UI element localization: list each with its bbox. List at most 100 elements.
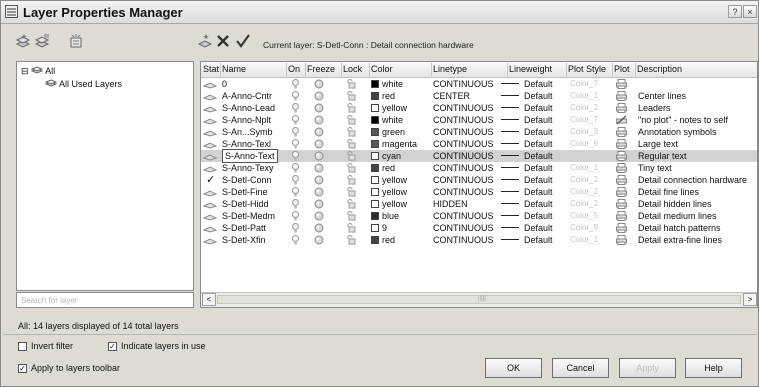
column-header-lineweight[interactable]: Lineweight	[509, 64, 552, 74]
layer-linetype[interactable]: CONTINUOUS	[433, 150, 494, 162]
layer-row[interactable]: S-Anno-Nplt white CONTINUOUS Default Color_7…	[201, 114, 757, 126]
cancel-button[interactable]: Cancel	[552, 358, 609, 378]
column-divider[interactable]	[341, 63, 342, 76]
layer-lineweight[interactable]: Default	[501, 234, 553, 246]
invert-filter-box[interactable]	[18, 341, 27, 351]
layer-description[interactable]: Annotation symbols	[638, 126, 717, 138]
layer-row[interactable]: A-Anno-Cntr red CENTER Default Color_1 Center…	[201, 90, 757, 102]
column-header-plot[interactable]: Plot	[614, 64, 630, 74]
new-layer-icon[interactable]	[197, 33, 213, 49]
freeze-sun-icon[interactable]	[314, 235, 324, 247]
layer-name[interactable]: S-Detl-Patt	[222, 222, 266, 234]
layer-row[interactable]: S-Detl-Xfin red CONTINUOUS Default Color_1 De…	[201, 234, 757, 248]
layer-row[interactable]: S-Detl-Fine yellow CONTINUOUS Default Color_…	[201, 186, 757, 198]
layer-name[interactable]: S-Anno-Lead	[222, 102, 275, 114]
layer-name[interactable]: S-Anno-Nplt	[222, 114, 271, 126]
apply-toolbar-checkbox[interactable]: ✓ Apply to layers toolbar	[18, 363, 120, 373]
checkmark-icon[interactable]: ✓	[108, 341, 117, 351]
layer-name[interactable]: S-Detl-Medm	[222, 210, 275, 222]
delete-layer-icon[interactable]	[216, 34, 230, 48]
layer-linetype[interactable]: CONTINUOUS	[433, 162, 494, 174]
close-button[interactable]: ×	[743, 5, 757, 18]
filter-tree[interactable]: ⊟ All All Used Layers	[16, 61, 194, 291]
collapse-icon[interactable]: ⊟	[21, 66, 29, 76]
printer-icon[interactable]	[616, 235, 627, 247]
layer-color[interactable]: red	[371, 234, 395, 246]
horizontal-scrollbar[interactable]: < ||||| >	[201, 292, 757, 307]
layer-name[interactable]: S-Detl-Fine	[222, 186, 268, 198]
layer-linetype[interactable]: CONTINUOUS	[433, 114, 494, 126]
layer-linetype[interactable]: CONTINUOUS	[433, 222, 494, 234]
ok-button[interactable]: OK	[485, 358, 542, 378]
column-header-on[interactable]: On	[288, 64, 300, 74]
layer-states-manager-icon[interactable]	[68, 33, 84, 49]
column-divider[interactable]	[635, 63, 636, 76]
search-for-layer-input[interactable]: Search for layer	[16, 292, 194, 308]
layer-color[interactable]: white	[371, 78, 403, 90]
layer-lineweight[interactable]: Default	[501, 198, 553, 210]
lightbulb-icon[interactable]	[292, 235, 299, 247]
layer-lineweight[interactable]: Default	[501, 162, 553, 174]
new-property-filter-icon[interactable]	[15, 33, 31, 49]
column-divider[interactable]	[286, 63, 287, 76]
layer-row[interactable]: S-An...Symb green CONTINUOUS Default Color_3…	[201, 126, 757, 138]
layer-color[interactable]: red	[371, 162, 395, 174]
layer-row[interactable]: S-Anno-Texy red CONTINUOUS Default Color_1 Ti…	[201, 162, 757, 174]
layer-description[interactable]: Detail hidden lines	[638, 198, 712, 210]
checkmark-icon[interactable]: ✓	[18, 363, 27, 373]
layer-linetype[interactable]: CONTINUOUS	[433, 210, 494, 222]
layer-description[interactable]: Leaders	[638, 102, 671, 114]
layer-color[interactable]: yellow	[371, 186, 407, 198]
layer-lineweight[interactable]: Default	[501, 78, 553, 90]
layer-linetype[interactable]: CONTINUOUS	[433, 78, 494, 90]
layer-color[interactable]: yellow	[371, 174, 407, 186]
scroll-thumb[interactable]: |||||	[217, 295, 741, 304]
layer-status-icon[interactable]	[202, 236, 218, 248]
layer-linetype[interactable]: CENTER	[433, 90, 470, 102]
layer-lineweight[interactable]: Default	[501, 114, 553, 126]
layer-description[interactable]: Detail fine lines	[638, 186, 699, 198]
layer-color[interactable]: blue	[371, 210, 399, 222]
layer-name[interactable]: S-Detl-Conn	[222, 174, 272, 186]
indicate-in-use-checkbox[interactable]: ✓ Indicate layers in use	[108, 341, 206, 351]
layer-row[interactable]: S-Anno-Lead yellow CONTINUOUS Default Color_…	[201, 102, 757, 114]
layer-description[interactable]: Detail medium lines	[638, 210, 717, 222]
layer-row[interactable]: S-Detl-Hidd yellow HIDDEN Default Color_2 Det…	[201, 198, 757, 210]
layer-color[interactable]: cyan	[371, 150, 401, 162]
column-header-description[interactable]: Description	[637, 64, 682, 74]
layer-linetype[interactable]: CONTINUOUS	[433, 126, 494, 138]
layer-linetype[interactable]: CONTINUOUS	[433, 186, 494, 198]
layer-description[interactable]: Detail hatch patterns	[638, 222, 721, 234]
layer-lineweight[interactable]: Default	[501, 222, 553, 234]
help-title-button[interactable]: ?	[728, 5, 742, 18]
lock-icon[interactable]	[346, 235, 356, 247]
layer-row[interactable]: S-Anno-Text cyan CONTINUOUS Default Regular …	[201, 149, 757, 163]
layer-description[interactable]: "no plot" - notes to self	[638, 114, 728, 126]
layer-description[interactable]: Detail connection hardware	[638, 174, 747, 186]
column-divider[interactable]	[566, 63, 567, 76]
column-header-plot-style[interactable]: Plot Style	[568, 64, 606, 74]
layer-lineweight[interactable]: Default	[501, 126, 553, 138]
layer-linetype[interactable]: CONTINUOUS	[433, 102, 494, 114]
layer-linetype[interactable]: CONTINUOUS	[433, 174, 494, 186]
column-header-lock[interactable]: Lock	[343, 64, 362, 74]
layer-name[interactable]: S-Detl-Hidd	[222, 198, 269, 210]
column-divider[interactable]	[431, 63, 432, 76]
layer-row[interactable]: ✓ S-Detl-Conn yellow CONTINUOUS Default Color…	[201, 174, 757, 186]
layer-name[interactable]: S-Anno-Text	[222, 149, 278, 163]
column-header-name[interactable]: Name	[222, 64, 246, 74]
layer-color[interactable]: white	[371, 114, 403, 126]
layer-row[interactable]: S-Detl-Medm blue CONTINUOUS Default Color_5 D…	[201, 210, 757, 222]
layer-color[interactable]: 9	[371, 222, 387, 234]
layer-lineweight[interactable]: Default	[501, 174, 553, 186]
column-header-freeze[interactable]: Freeze	[307, 64, 335, 74]
layer-lineweight[interactable]: Default	[501, 138, 553, 150]
column-divider[interactable]	[612, 63, 613, 76]
layer-color[interactable]: magenta	[371, 138, 417, 150]
layer-description[interactable]: Regular text	[638, 150, 687, 162]
help-button[interactable]: Help	[685, 358, 742, 378]
layer-lineweight[interactable]: Default	[501, 102, 553, 114]
layer-lineweight[interactable]: Default	[501, 210, 553, 222]
layer-description[interactable]: Center lines	[638, 90, 686, 102]
layer-row[interactable]: S-Anno-Texl magenta CONTINUOUS Default Color…	[201, 138, 757, 150]
